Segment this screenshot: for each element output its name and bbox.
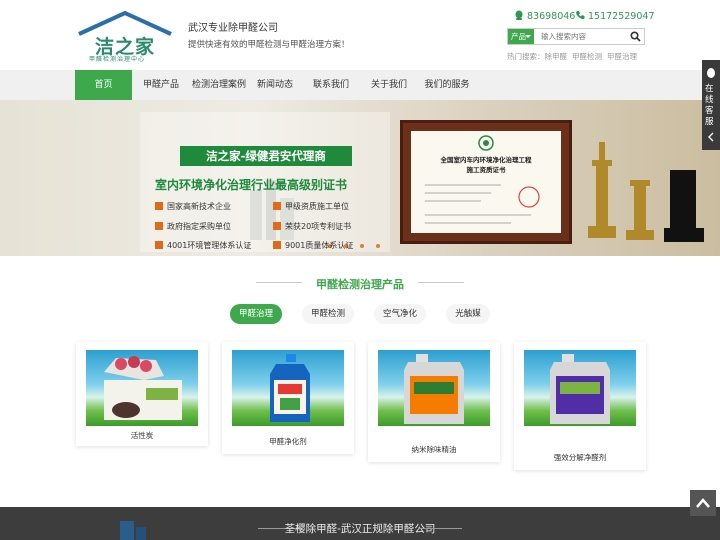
company-slogan: 提供快速有效的甲醛检测与甲醛治理方案！ [188, 40, 350, 50]
hot-search: 热门搜索：除甲醛 甲醛检测 甲醛治理 [507, 51, 642, 62]
phone-contact[interactable]: 15172529047 [575, 10, 655, 22]
banner-subtitle: 室内环境净化治理行业最高级别证书 [155, 178, 348, 192]
product-name[interactable]: 强效分解净醛剂 [514, 452, 646, 463]
formaldehyde-cleaner-product-image [270, 354, 310, 422]
tab-air-purification[interactable]: 空气净化 [374, 304, 426, 324]
product-image[interactable] [524, 350, 636, 426]
tab-formaldehyde-detection[interactable]: 甲醛检测 [302, 304, 354, 324]
logo-subtitle: 甲醛检测治理中心 [89, 56, 146, 63]
collapse-icon[interactable] [707, 132, 715, 142]
section-title: 甲醛检测治理产品 [316, 278, 404, 291]
check-icon [273, 241, 281, 249]
nano-deodorant-product-image [404, 354, 464, 424]
qq-contact[interactable]: 83698046 [514, 10, 575, 22]
qq-icon [515, 10, 523, 20]
product-card[interactable]: 甲醛净化剂 [222, 342, 354, 454]
product-name[interactable]: 活性炭 [76, 430, 208, 441]
search-icon[interactable] [630, 31, 641, 42]
check-icon [273, 222, 281, 230]
nav-item-news[interactable]: 新闻动态 [252, 70, 298, 100]
check-icon [273, 202, 281, 210]
banner-title: 洁之家-绿健君安代理商 [180, 146, 352, 166]
footer-title: 荃樱除甲醛-武汉正规除甲醛公司 [284, 523, 436, 535]
phone-icon [576, 11, 585, 20]
hero-banner[interactable]: 洁之家-绿健君安代理商 室内环境净化治理行业最高级别证书 国家高新技术企业 甲级… [0, 100, 720, 256]
banner-feature: 4001环境管理体系认证 [155, 240, 251, 251]
online-service-label: 在线客服 [705, 84, 714, 127]
search-bar: 产品 [507, 28, 645, 45]
online-service-widget[interactable]: 在线客服 [702, 60, 720, 150]
product-image[interactable] [378, 350, 490, 426]
check-icon [155, 222, 163, 230]
product-image[interactable] [86, 350, 198, 426]
company-name: 武汉专业除甲醛公司 [188, 23, 278, 34]
search-input[interactable] [538, 29, 626, 44]
site-header: 洁之家 甲醛检测治理中心 武汉专业除甲醛公司 提供快速有效的甲醛检测与甲醛治理方… [0, 0, 720, 70]
back-to-top-button[interactable] [690, 490, 716, 516]
activated-carbon-product-image [104, 356, 182, 420]
tab-photocatalyst[interactable]: 光触媒 [446, 304, 490, 324]
phone-number: 15172529047 [588, 11, 655, 22]
banner-feature: 甲级资质施工单位 [273, 201, 349, 212]
hot-search-label: 热门搜索： [507, 52, 545, 61]
logo[interactable]: 洁之家 甲醛检测治理中心 [75, 10, 175, 63]
nav-item-contact[interactable]: 联系我们 [308, 70, 354, 100]
footer-divider [418, 528, 462, 529]
back-to-top-icon [696, 498, 710, 508]
certificate-emblem-icon [478, 135, 494, 151]
product-name[interactable]: 纳米除味精油 [368, 444, 500, 455]
product-card[interactable]: 活性炭 [76, 342, 208, 446]
hot-search-item[interactable]: 除甲醛 [545, 52, 568, 61]
divider [418, 282, 464, 283]
check-icon [155, 241, 163, 249]
nav-item-services[interactable]: 我们的服务 [420, 70, 474, 100]
certificate-title: 全国室内车内环境净化治理工程 施工资质证书 [440, 156, 532, 174]
certificate: 全国室内车内环境净化治理工程 施工资质证书 [411, 131, 561, 233]
product-card[interactable]: 强效分解净醛剂 [514, 342, 646, 470]
strong-decomposer-product-image [550, 354, 610, 424]
search-type-select[interactable]: 产品 [508, 29, 534, 44]
banner-feature: 9001质量体系认证 [273, 240, 353, 251]
certificate-frame: 全国室内车内环境净化治理工程 施工资质证书 [400, 120, 572, 244]
qq-chat-icon [707, 68, 715, 78]
hot-search-item[interactable]: 甲醛检测 [572, 52, 602, 61]
banner-feature: 政府指定采购单位 [155, 221, 231, 232]
nav-item-cases[interactable]: 检测治理案例 [187, 70, 251, 100]
product-name[interactable]: 甲醛净化剂 [222, 436, 354, 447]
product-card[interactable]: 纳米除味精油 [368, 342, 500, 462]
qq-number: 83698046 [527, 11, 576, 22]
banner-background-graphic [140, 112, 704, 252]
check-icon [155, 202, 163, 210]
banner-feature: 荣获20项专利证书 [273, 221, 351, 232]
banner-feature: 国家高新技术企业 [155, 201, 231, 212]
nav-item-about[interactable]: 关于我们 [366, 70, 412, 100]
tab-formaldehyde-treatment[interactable]: 甲醛治理 [230, 304, 282, 324]
nav-item-products[interactable]: 甲醛产品 [137, 70, 185, 100]
certificate-body-lines [425, 184, 540, 224]
nav-item-home[interactable]: 首页 [75, 70, 132, 100]
hot-search-item[interactable]: 甲醛治理 [607, 52, 637, 61]
product-image[interactable] [232, 350, 344, 426]
main-nav: 首页 甲醛产品 检测治理案例 新闻动态 联系我们 关于我们 我们的服务 [0, 70, 720, 100]
